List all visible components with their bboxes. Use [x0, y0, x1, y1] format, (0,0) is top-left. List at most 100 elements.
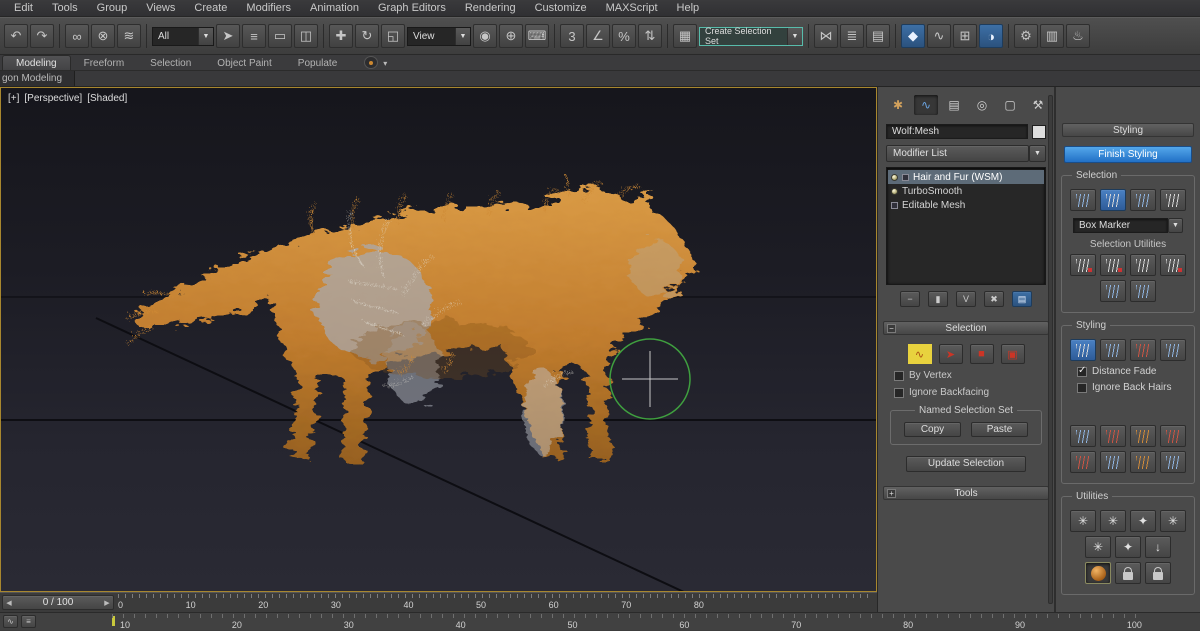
- make-unique-button[interactable]: V: [956, 291, 976, 307]
- ribbon-tab-freeform[interactable]: Freeform: [71, 56, 138, 70]
- collapse-icon[interactable]: −: [887, 324, 896, 333]
- chevron-down-icon[interactable]: ▼: [455, 28, 470, 45]
- invert-hair-selection-button[interactable]: [1160, 189, 1186, 211]
- chevron-down-icon[interactable]: ▼: [1029, 145, 1046, 162]
- menu-views[interactable]: Views: [146, 2, 175, 14]
- stand-selection-button[interactable]: [1160, 254, 1186, 276]
- ignore-ends-button[interactable]: ✳: [1160, 510, 1186, 532]
- respect-ends-button[interactable]: ✦: [1130, 510, 1156, 532]
- ribbon-display-toggle-icon[interactable]: [364, 56, 378, 69]
- recomb-from-splines-button[interactable]: ✳: [1085, 536, 1111, 558]
- menu-help[interactable]: Help: [677, 2, 700, 14]
- distance-fade-checkbox[interactable]: [1077, 367, 1087, 377]
- undo-button[interactable]: ↶: [4, 24, 28, 48]
- selection-rollout-header[interactable]: − Selection: [883, 321, 1049, 335]
- bind-spacewarp-icon[interactable]: ≋: [117, 24, 141, 48]
- menu-animation[interactable]: Animation: [310, 2, 359, 14]
- toggle-ribbon-button[interactable]: ◆: [901, 24, 925, 48]
- frizz-button[interactable]: [1130, 451, 1156, 473]
- timeline-ruler[interactable]: 0 10 20 30 40 50 60 70 80: [118, 593, 874, 613]
- select-roots-button[interactable]: ▣: [1001, 344, 1025, 364]
- render-setup-button[interactable]: ⚙: [1014, 24, 1038, 48]
- polygon-modeling-panel-tab[interactable]: gon Modeling: [0, 71, 75, 86]
- wolf-mesh-object[interactable]: [111, 174, 721, 504]
- reset-rest-button[interactable]: ✦: [1115, 536, 1141, 558]
- stack-row-turbosmooth[interactable]: TurboSmooth: [888, 184, 1044, 198]
- mini-curve-editor-button[interactable]: ∿: [3, 615, 18, 628]
- select-rotate-button[interactable]: ↻: [355, 24, 379, 48]
- prev-frame-icon[interactable]: ◀: [3, 599, 15, 607]
- menu-maxscript[interactable]: MAXScript: [606, 2, 658, 14]
- command-panel-scrollbar[interactable]: [1048, 95, 1053, 604]
- cut-button[interactable]: [1100, 425, 1126, 447]
- select-scale-button[interactable]: ◱: [381, 24, 405, 48]
- mirror-button[interactable]: ⋈: [814, 24, 838, 48]
- window-crossing-button[interactable]: ◫: [294, 24, 318, 48]
- ignore-back-hairs-checkbox[interactable]: [1077, 383, 1087, 393]
- hair-cut-button[interactable]: [1100, 339, 1126, 361]
- time-slider-handle[interactable]: ◀ 0 / 100 ▶: [2, 595, 114, 610]
- lock-hairs-icon[interactable]: [1115, 562, 1141, 584]
- select-hair-by-root-button[interactable]: [1130, 189, 1156, 211]
- puff-button[interactable]: [1130, 425, 1156, 447]
- recomb-button[interactable]: [1160, 425, 1186, 447]
- puff-roots-button[interactable]: [1100, 280, 1126, 302]
- ribbon-tab-object-paint[interactable]: Object Paint: [204, 56, 284, 70]
- show-end-result-button[interactable]: ▮: [928, 291, 948, 307]
- attenuate-button[interactable]: [1160, 339, 1186, 361]
- selection-filter-dropdown[interactable]: All ▼: [152, 27, 214, 46]
- ribbon-tab-modeling[interactable]: Modeling: [2, 55, 71, 70]
- paste-button[interactable]: Paste: [971, 422, 1028, 437]
- select-hair-by-tip-button[interactable]: [1070, 189, 1096, 211]
- ignore-backfacing-checkbox[interactable]: [894, 388, 904, 398]
- rotate-hairs-button[interactable]: [1070, 451, 1096, 473]
- select-vertices-button[interactable]: ■: [970, 344, 994, 364]
- stack-row-editable-mesh[interactable]: Editable Mesh: [888, 198, 1044, 212]
- next-frame-icon[interactable]: ▶: [101, 599, 113, 607]
- hair-brush-button[interactable]: [1070, 339, 1096, 361]
- render-production-button[interactable]: ♨: [1066, 24, 1090, 48]
- viewport-pov-label[interactable]: [Perspective]: [24, 93, 82, 104]
- track-filter-button[interactable]: ≡: [21, 615, 36, 628]
- pin-stack-button[interactable]: −: [900, 291, 920, 307]
- percent-snap-button[interactable]: %: [612, 24, 636, 48]
- unlock-hairs-icon[interactable]: [1145, 562, 1171, 584]
- expand-icon[interactable]: +: [887, 489, 896, 498]
- use-pivot-center-button[interactable]: ◉: [473, 24, 497, 48]
- menu-customize[interactable]: Customize: [535, 2, 587, 14]
- display-tab-icon[interactable]: ▢: [998, 95, 1022, 115]
- rotate-selection-button[interactable]: [1070, 254, 1096, 276]
- track-bar-ruler[interactable]: 10 20 30 40 50 60 70 80 90 100: [112, 613, 1142, 631]
- menu-modifiers[interactable]: Modifiers: [246, 2, 291, 14]
- stack-row-hair-and-fur[interactable]: Hair and Fur (WSM): [888, 170, 1044, 184]
- modifier-on-off-bulb-icon[interactable]: [891, 188, 898, 195]
- select-tips-button[interactable]: ➤: [939, 344, 963, 364]
- menu-group[interactable]: Group: [97, 2, 128, 14]
- ribbon-tab-selection[interactable]: Selection: [137, 56, 204, 70]
- update-selection-button[interactable]: Update Selection: [906, 456, 1026, 472]
- clump-hairs-button[interactable]: [1130, 280, 1156, 302]
- scale-hairs-button[interactable]: [1100, 451, 1126, 473]
- copy-button[interactable]: Copy: [904, 422, 961, 437]
- utilities-tab-icon[interactable]: ⚒: [1026, 95, 1050, 115]
- edit-named-sets-button[interactable]: ▦: [673, 24, 697, 48]
- chevron-down-icon[interactable]: ▼: [198, 28, 213, 45]
- regrow-hair-button[interactable]: ↓: [1145, 536, 1171, 558]
- select-object-button[interactable]: ➤: [216, 24, 240, 48]
- create-selection-set-field[interactable]: Create Selection Set ▼: [699, 27, 803, 46]
- soften-button[interactable]: [1160, 451, 1186, 473]
- configure-modifier-sets-button[interactable]: ▤: [1012, 291, 1032, 307]
- comb-button[interactable]: [1070, 425, 1096, 447]
- select-move-button[interactable]: ✚: [329, 24, 353, 48]
- keyboard-override-button[interactable]: ⌨: [525, 24, 549, 48]
- menu-rendering[interactable]: Rendering: [465, 2, 516, 14]
- hierarchy-tab-icon[interactable]: ▤: [942, 95, 966, 115]
- by-vertex-checkbox[interactable]: [894, 371, 904, 381]
- unlink-selection-icon[interactable]: ⊗: [91, 24, 115, 48]
- menu-edit[interactable]: Edit: [14, 2, 33, 14]
- ribbon-tab-populate[interactable]: Populate: [285, 56, 350, 70]
- rect-selection-region-button[interactable]: ▭: [268, 24, 292, 48]
- scale-selection-button[interactable]: [1130, 254, 1156, 276]
- toggle-hairs-button[interactable]: ✳: [1100, 510, 1126, 532]
- create-tab-icon[interactable]: ✱: [886, 95, 910, 115]
